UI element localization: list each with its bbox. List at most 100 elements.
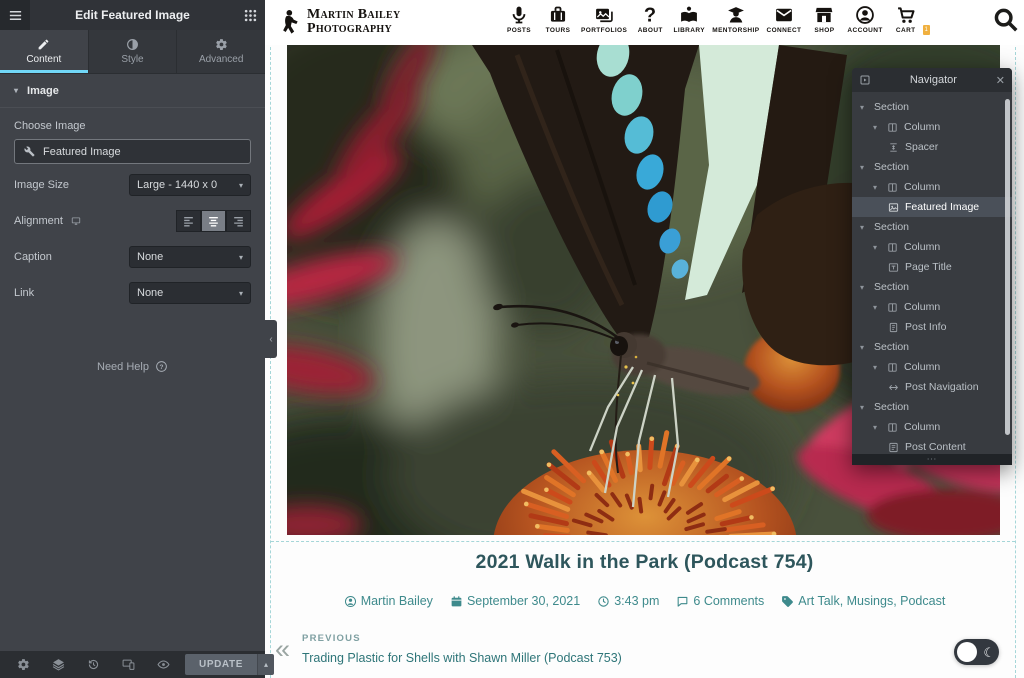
navigator-item-column[interactable]: ▾ Column [852, 357, 1012, 377]
meta-calendar[interactable]: September 30, 2021 [450, 594, 580, 608]
navigator-item-column[interactable]: ▾Column [852, 417, 1012, 437]
nav-item-connect[interactable]: CONNECT [766, 5, 801, 34]
navigator-scrollbar[interactable] [1005, 99, 1010, 435]
settings-gear-button[interactable] [10, 651, 36, 678]
cart-icon [896, 5, 916, 25]
history-button[interactable] [80, 651, 106, 678]
caret-down-icon[interactable]: ▾ [860, 403, 868, 412]
portfolio-icon [594, 5, 614, 25]
update-options-button[interactable]: ▴ [257, 654, 274, 675]
update-button-group: UPDATE ▴ [185, 654, 274, 675]
nav-item-label: ACCOUNT [847, 27, 882, 34]
navigator-item-column[interactable]: ▾Column [852, 117, 1012, 137]
navigator-item-section[interactable]: ▾ Section [852, 397, 1012, 417]
navigator-item-label: Post Content [905, 441, 966, 453]
microphone-icon [509, 5, 529, 25]
caret-down-icon[interactable]: ▾ [873, 363, 881, 372]
column-icon [887, 122, 898, 133]
logo-line1: Martin Bailey [307, 8, 401, 22]
nav-item-cart[interactable]: CART1 [890, 5, 922, 34]
previous-post-link[interactable]: « PREVIOUS Trading Plastic for Shells wi… [275, 633, 622, 665]
navigator-item-section[interactable]: ▾Section [852, 97, 1012, 117]
align-left-button[interactable] [176, 210, 201, 232]
nav-item-about[interactable]: ?ABOUT [634, 5, 666, 34]
nav-item-label: LIBRARY [674, 27, 705, 34]
navigator-item-label: Page Title [905, 261, 952, 273]
caret-down-icon[interactable]: ▾ [860, 103, 868, 112]
panel-tabs: ContentStyleAdvanced [0, 30, 265, 74]
align-center-button[interactable] [201, 210, 226, 232]
caret-down-icon[interactable]: ▾ [860, 223, 868, 232]
navigator-item-column[interactable]: ▾Column [852, 297, 1012, 317]
alignment-label: Alignment [14, 215, 82, 227]
navigator-item-column[interactable]: ▾Column [852, 177, 1012, 197]
need-help-link[interactable]: Need Help ? [0, 360, 265, 373]
nav-item-mentorship[interactable]: MENTORSHIP [712, 5, 759, 34]
meta-author[interactable]: Martin Bailey [344, 594, 433, 608]
caret-down-icon[interactable]: ▾ [873, 183, 881, 192]
site-logo[interactable]: Martin Bailey Photography [281, 7, 401, 37]
caret-down-icon[interactable]: ▾ [873, 423, 881, 432]
caret-down-icon[interactable]: ▾ [860, 163, 868, 172]
caret-down-icon[interactable]: ▾ [860, 283, 868, 292]
featured-image-field[interactable]: Featured Image [14, 139, 251, 164]
nav-item-label: CONNECT [766, 27, 801, 34]
dark-mode-toggle[interactable]: ☾ [954, 639, 999, 665]
tags-icon [781, 595, 794, 608]
caret-down-icon: ▾ [239, 181, 243, 190]
tab-advanced[interactable]: Advanced [177, 30, 265, 73]
image-size-value: Large - 1440 x 0 [137, 179, 217, 191]
image-section-header[interactable]: ▾ Image [0, 74, 265, 108]
meta-comments[interactable]: 6 Comments [676, 594, 764, 608]
navigator-item-section[interactable]: ▾Section [852, 277, 1012, 297]
caption-select[interactable]: None ▾ [129, 246, 251, 268]
image-size-select[interactable]: Large - 1440 x 0 ▾ [129, 174, 251, 196]
navigator-item-column[interactable]: ▾Column [852, 237, 1012, 257]
update-button[interactable]: UPDATE [185, 654, 257, 675]
navigator-item-section[interactable]: ▾Section [852, 157, 1012, 177]
meta-text: Martin Bailey [361, 594, 433, 608]
navigator-item-label: Section [874, 401, 909, 413]
navigator-item-spacer[interactable]: Spacer [852, 137, 1012, 157]
preview-eye-button[interactable] [150, 651, 176, 678]
navigator-resize-handle[interactable]: ⋯ [852, 454, 1012, 465]
monitor-icon[interactable] [70, 216, 82, 226]
navigator-item-post-content[interactable]: Post Content [852, 437, 1012, 454]
navigator-item-post-info[interactable]: Post Info [852, 317, 1012, 337]
caret-down-icon[interactable]: ▾ [873, 243, 881, 252]
navigator-layers-button[interactable] [45, 651, 71, 678]
nav-item-account[interactable]: ACCOUNT [847, 5, 882, 34]
caret-down-icon[interactable]: ▾ [873, 123, 881, 132]
navigator-item-section[interactable]: ▾Section [852, 337, 1012, 357]
meta-text: Art Talk, Musings, Podcast [798, 594, 945, 608]
spacer-icon [888, 142, 899, 153]
site-logo-text: Martin Bailey Photography [307, 8, 401, 36]
caret-down-icon[interactable]: ▾ [860, 343, 868, 352]
navigator-expand-icon[interactable] [859, 74, 871, 86]
navigator-item-page-title[interactable]: Page Title [852, 257, 1012, 277]
nav-item-library[interactable]: LIBRARY [673, 5, 705, 34]
search-icon[interactable] [992, 6, 1020, 34]
navigator-item-section[interactable]: ▾Section [852, 217, 1012, 237]
nav-item-posts[interactable]: POSTS [503, 5, 535, 34]
link-select[interactable]: None ▾ [129, 282, 251, 304]
close-icon[interactable]: ✕ [996, 74, 1005, 87]
tab-style[interactable]: Style [89, 30, 178, 73]
responsive-mode-button[interactable] [115, 651, 141, 678]
widgets-grid-button[interactable] [235, 0, 265, 30]
meta-clock[interactable]: 3:43 pm [597, 594, 659, 608]
navigator-item-label: Column [904, 361, 940, 373]
nav-item-shop[interactable]: SHOP [808, 5, 840, 34]
align-right-button[interactable] [226, 210, 251, 232]
menu-button[interactable] [0, 0, 30, 30]
navigator-item-post-navigation[interactable]: Post Navigation [852, 377, 1012, 397]
tab-content[interactable]: Content [0, 30, 89, 73]
nav-item-tours[interactable]: TOURS [542, 5, 574, 34]
nav-item-portfolios[interactable]: PORTFOLIOS [581, 5, 627, 34]
caret-down-icon[interactable]: ▾ [873, 303, 881, 312]
navigator-item-featured-image[interactable]: Featured Image [852, 197, 1012, 217]
meta-tags[interactable]: Art Talk, Musings, Podcast [781, 594, 945, 608]
panel-collapse-handle[interactable]: ‹ [265, 320, 277, 358]
responsive-mode-icon [122, 658, 135, 671]
nav-item-label: MENTORSHIP [712, 27, 759, 34]
